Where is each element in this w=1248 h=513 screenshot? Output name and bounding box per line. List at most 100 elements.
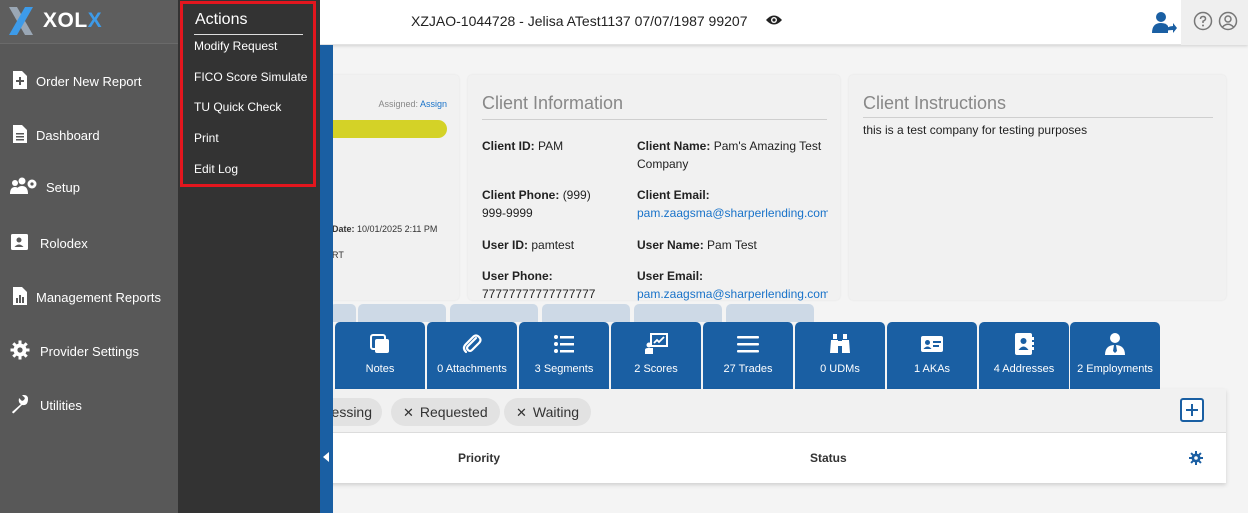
tab-back-row — [542, 304, 630, 322]
logo-main: XOL — [43, 9, 88, 32]
menu-item-modify-request[interactable]: Modify Request — [194, 39, 277, 53]
tab-segments[interactable]: 3 Segments — [519, 322, 609, 389]
divider — [194, 34, 303, 35]
sidebar-item-label: Order New Report — [36, 74, 142, 89]
tab-label: 0 Attachments — [437, 363, 507, 375]
tab-notes[interactable]: Notes — [335, 322, 425, 389]
gear-icon[interactable] — [1189, 451, 1203, 465]
account-icon[interactable] — [1218, 11, 1238, 31]
list-icon — [554, 335, 574, 353]
column-header-priority[interactable]: Priority — [458, 451, 500, 465]
close-icon[interactable]: ✕ — [403, 399, 414, 427]
sidebar-item-provider-settings[interactable]: Provider Settings — [0, 335, 178, 367]
file-plus-icon — [13, 71, 27, 89]
document-icon — [13, 125, 27, 143]
sidebar-item-label: Setup — [46, 180, 80, 195]
logo-icon — [9, 7, 33, 35]
user-tie-icon — [1105, 333, 1125, 355]
menu-item-print[interactable]: Print — [194, 131, 219, 145]
user-email-link[interactable]: pam.zaagsma@sharperlending.com — [637, 287, 828, 301]
tab-attachments[interactable]: 0 Attachments — [427, 322, 517, 389]
client-instructions-text: this is a test company for testing purpo… — [863, 123, 1088, 137]
tab-label: 0 UDMs — [820, 363, 860, 375]
user-name-field: User Name: Pam Test — [637, 236, 827, 254]
tab-employments[interactable]: 2 Employments — [1070, 322, 1160, 389]
collapse-arrow-icon[interactable] — [323, 452, 329, 462]
client-id-field: Client ID: PAM — [482, 137, 622, 155]
binoculars-icon — [830, 334, 850, 353]
client-information-heading: Client Information — [482, 93, 624, 113]
client-email-link[interactable]: pam.zaagsma@sharperlending.com — [637, 206, 828, 220]
sidebar-item-label: Management Reports — [36, 290, 162, 305]
address-book-icon — [1015, 333, 1034, 355]
divider — [863, 117, 1213, 118]
notes-icon — [370, 334, 389, 353]
tab-trades[interactable]: 27 Trades — [703, 322, 793, 389]
client-id-value: PAM — [538, 139, 564, 153]
assign-link[interactable]: Assign — [420, 99, 447, 109]
tab-akas[interactable]: 1 AKAs — [887, 322, 977, 389]
tab-back-row — [634, 304, 722, 322]
client-name-label: Client Name: — [637, 139, 711, 153]
filter-chip-waiting[interactable]: ✕ Waiting — [504, 398, 592, 427]
tab-label: Notes — [365, 363, 395, 375]
user-id-field: User ID: pamtest — [482, 236, 622, 254]
close-icon[interactable]: ✕ — [516, 399, 527, 427]
menu-item-fico-score-simulate[interactable]: FICO Score Simulate — [194, 70, 307, 84]
sidebar-item-order-new-report[interactable]: Order New Report — [0, 65, 178, 97]
date-line: Date: 10/01/2025 2:11 PM — [332, 224, 437, 234]
users-gear-icon — [10, 177, 37, 194]
sidebar-item-label: Dashboard — [36, 128, 100, 143]
sidebar-item-setup[interactable]: Setup — [0, 171, 178, 203]
tab-label: 3 Segments — [534, 363, 594, 375]
user-id-label: User ID: — [482, 238, 529, 252]
menu-item-edit-log[interactable]: Edit Log — [194, 162, 238, 176]
client-instructions-card: Client Instructions this is a test compa… — [849, 75, 1226, 300]
date-label: Date: — [332, 224, 355, 234]
client-phone-label: Client Phone: — [482, 188, 560, 202]
sidebar: XOLX Order New Report Dashboard Setup Ro… — [0, 0, 178, 513]
client-name-field: Client Name: Pam's Amazing Test Company — [637, 137, 827, 173]
sidebar-item-dashboard[interactable]: Dashboard — [0, 119, 178, 151]
rt-text: RT — [332, 250, 344, 260]
user-email-label: User Email: — [637, 269, 704, 283]
gear-icon — [10, 340, 30, 360]
sidebar-item-label: Provider Settings — [40, 344, 139, 359]
paperclip-icon — [462, 334, 482, 354]
lines-icon — [737, 336, 759, 353]
sidebar-item-label: Utilities — [40, 398, 82, 413]
tab-addresses[interactable]: 4 Addresses — [979, 322, 1069, 389]
menu-item-tu-quick-check[interactable]: TU Quick Check — [194, 100, 281, 114]
tab-scores[interactable]: 2 Scores — [611, 322, 701, 389]
sidebar-item-rolodex[interactable]: Rolodex — [0, 227, 178, 259]
add-button[interactable] — [1180, 398, 1204, 422]
chip-label: essing — [331, 404, 372, 420]
user-email-field: User Email: pam.zaagsma@sharperlending.c… — [637, 267, 828, 303]
top-header: XZJAO-1044728 - Jelisa ATest1137 07/07/1… — [320, 0, 1248, 45]
report-chart-icon — [13, 287, 27, 305]
column-header-status[interactable]: Status — [810, 451, 847, 465]
filter-bar: essing ✕ Requested ✕ Waiting — [320, 389, 1226, 433]
date-value: 10/01/2025 2:11 PM — [357, 224, 438, 234]
logo-area[interactable]: XOLX — [0, 0, 178, 44]
user-share-icon[interactable] — [1150, 9, 1178, 37]
assigned-line: Assigned: Assign — [378, 99, 447, 109]
user-phone-value: 77777777777777777 — [482, 287, 596, 301]
sidebar-collapse-strip — [320, 45, 333, 513]
tab-udms[interactable]: 0 UDMs — [795, 322, 885, 389]
presentation-chart-icon — [645, 333, 668, 354]
filter-chip-requested[interactable]: ✕ Requested — [391, 398, 500, 426]
help-icon[interactable] — [1193, 11, 1213, 31]
tab-back-row — [358, 304, 446, 322]
sidebar-item-management-reports[interactable]: Management Reports — [0, 281, 178, 313]
tab-label: 2 Scores — [634, 363, 678, 375]
page-title: XZJAO-1044728 - Jelisa ATest1137 07/07/1… — [411, 13, 748, 29]
tab-back-row — [330, 304, 356, 322]
eye-icon[interactable] — [765, 13, 783, 27]
tab-back-row — [450, 304, 538, 322]
contact-card-icon — [11, 234, 28, 250]
sidebar-item-utilities[interactable]: Utilities — [0, 389, 178, 421]
actions-title: Actions — [195, 11, 248, 28]
tab-label: 2 Employments — [1077, 363, 1153, 375]
client-instructions-heading: Client Instructions — [863, 93, 1007, 113]
